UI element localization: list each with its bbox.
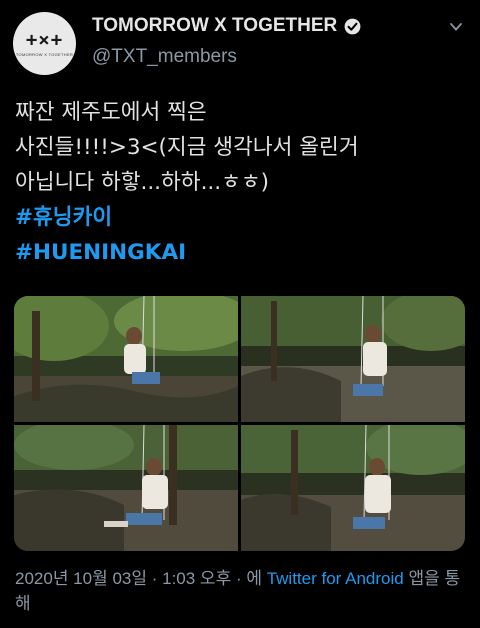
avatar-logo: +×+ — [25, 28, 64, 51]
meta-separator-via: · 에 — [231, 569, 267, 588]
tweet-body: 짜잔 제주도에서 찍은 사진들!!!!>3<(지금 생각나서 올린거 아닙니다 … — [15, 100, 359, 195]
photo-2-image — [241, 296, 465, 422]
display-name-text: TOMORROW X TOGETHER — [92, 15, 338, 36]
avatar-logo-subtext: TOMORROW X TOGETHER — [15, 51, 74, 57]
photo-3[interactable] — [14, 425, 238, 551]
photo-1[interactable] — [14, 296, 238, 422]
meta-separator: · — [147, 569, 163, 588]
source-link[interactable]: Twitter for Android — [267, 569, 404, 588]
avatar[interactable]: +×+ TOMORROW X TOGETHER — [13, 12, 76, 75]
tweet-time[interactable]: 1:03 오후 — [162, 569, 231, 588]
hashtag-hueningkai-korean[interactable]: #휴닝카이 — [15, 200, 470, 235]
photo-4[interactable] — [241, 425, 465, 551]
photo-3-image — [14, 425, 238, 551]
display-name[interactable]: TOMORROW X TOGETHER — [92, 15, 362, 37]
tweet-text: 짜잔 제주도에서 찍은 사진들!!!!>3<(지금 생각나서 올린거 아닙니다 … — [15, 95, 470, 270]
chevron-down-icon[interactable] — [449, 20, 463, 34]
photo-2[interactable] — [241, 296, 465, 422]
tweet-date[interactable]: 2020년 10월 03일 — [15, 569, 147, 588]
photo-1-image — [14, 296, 238, 422]
account-names[interactable]: TOMORROW X TOGETHER @TXT_members — [92, 15, 362, 68]
account-handle[interactable]: @TXT_members — [92, 46, 362, 68]
photo-4-image — [241, 425, 465, 551]
media-grid — [14, 296, 465, 551]
verified-badge-icon — [344, 18, 361, 34]
hashtag-hueningkai[interactable]: #HUENINGKAI — [15, 235, 470, 270]
tweet-meta: 2020년 10월 03일 · 1:03 오후 · 에 Twitter for … — [15, 566, 470, 616]
tweet-header: +×+ TOMORROW X TOGETHER TOMORROW X TOGET… — [13, 12, 473, 76]
